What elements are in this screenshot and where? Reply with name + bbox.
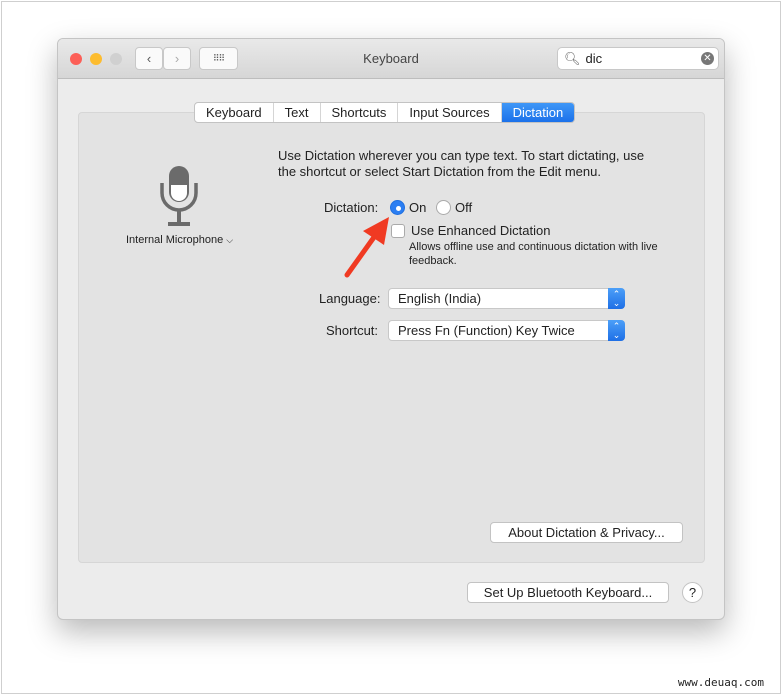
dictation-on-radio[interactable]: On	[390, 200, 426, 215]
tab-shortcuts[interactable]: Shortcuts	[321, 103, 399, 122]
tab-bar: Keyboard Text Shortcuts Input Sources Di…	[194, 102, 576, 123]
on-label: On	[409, 200, 427, 215]
title-bar: ‹ › ⠿⠿ Keyboard 🔍︎ dic ✕	[58, 39, 724, 79]
enhanced-dictation-note: Allows offline use and continuous dictat…	[409, 241, 658, 267]
about-dictation-privacy-button[interactable]: About Dictation & Privacy...	[490, 522, 683, 543]
search-input[interactable]: dic	[586, 51, 603, 66]
chevron-down-icon: ⌵	[226, 235, 234, 245]
tab-text[interactable]: Text	[274, 103, 321, 122]
clear-search-icon[interactable]: ✕	[701, 52, 714, 65]
dictation-description: Use Dictation wherever you can type text…	[278, 148, 645, 179]
search-icon: 🔍︎	[564, 50, 581, 66]
microphone-source-dropdown[interactable]: Internal Microphone ⌵	[126, 234, 233, 246]
radio-off-indicator[interactable]	[436, 200, 451, 215]
shortcut-label: Shortcut:	[326, 323, 379, 338]
shortcut-value: Press Fn (Function) Key Twice	[398, 323, 575, 338]
red-arrow-annotation	[344, 217, 389, 278]
language-value: English (India)	[398, 291, 482, 306]
search-field[interactable]: 🔍︎ dic ✕	[557, 47, 719, 70]
enhanced-dictation-label: Use Enhanced Dictation	[411, 223, 551, 238]
enhanced-dictation-checkbox[interactable]: Use Enhanced Dictation	[391, 223, 550, 238]
off-label: Off	[455, 200, 473, 215]
keyboard-preferences-window: ‹ › ⠿⠿ Keyboard 🔍︎ dic ✕ Keyboard Text S…	[57, 38, 725, 620]
tab-input-sources[interactable]: Input Sources	[398, 103, 502, 122]
language-label: Language:	[319, 291, 381, 306]
stepper-icon: ⌃ ⌄	[608, 288, 625, 309]
tab-dictation[interactable]: Dictation	[501, 103, 575, 122]
watermark: www.deuaq.com	[677, 676, 764, 689]
shortcut-select[interactable]: Press Fn (Function) Key Twice ⌃ ⌄	[388, 320, 625, 341]
language-select[interactable]: English (India) ⌃ ⌄	[388, 288, 625, 309]
dictation-panel: Internal Microphone ⌵ Use Dictation wher…	[78, 112, 705, 563]
stepper-icon: ⌃ ⌄	[608, 320, 625, 341]
help-button[interactable]: ?	[682, 582, 703, 603]
dictation-off-radio[interactable]: Off	[436, 200, 472, 215]
microphone-icon	[160, 166, 198, 226]
setup-bluetooth-keyboard-button[interactable]: Set Up Bluetooth Keyboard...	[467, 582, 669, 603]
tab-keyboard[interactable]: Keyboard	[195, 103, 274, 122]
microphone-label: Internal Microphone	[126, 234, 224, 246]
